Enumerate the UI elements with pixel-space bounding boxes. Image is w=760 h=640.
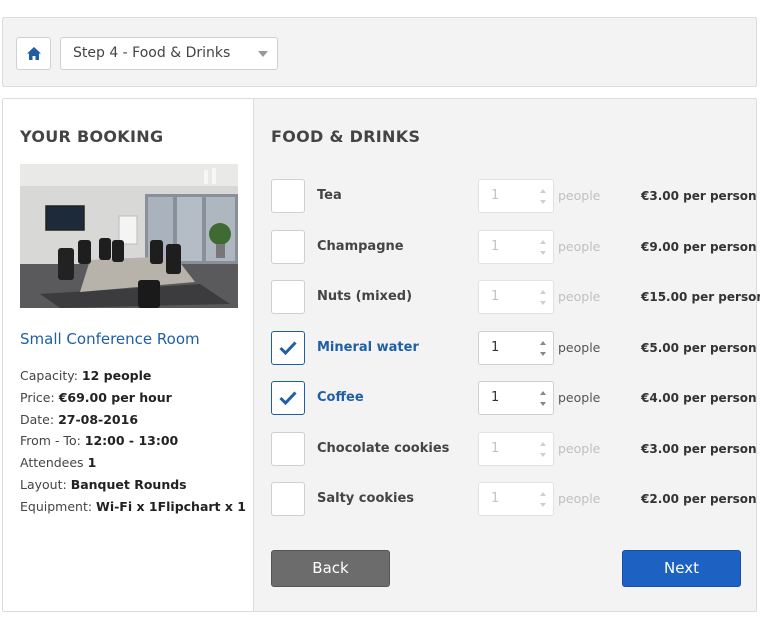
- step-select[interactable]: Step 4 - Food & Drinks: [60, 37, 278, 70]
- spinner-arrows-icon[interactable]: [540, 442, 547, 457]
- item-name[interactable]: Salty cookies: [317, 482, 414, 516]
- booking-details: Capacity: 12 people Price: €69.00 per ho…: [20, 365, 246, 518]
- booking-summary: YOUR BOOKING Small Conference Room Capac…: [3, 99, 254, 611]
- room-photo: [20, 164, 238, 308]
- detail-equipment: Equipment: Wi-Fi x 1Flipchart x 1: [20, 498, 246, 514]
- detail-attendees: Attendees 1: [20, 455, 97, 471]
- quantity-value: 1: [491, 340, 500, 355]
- item-checkbox[interactable]: [271, 381, 305, 415]
- item-name[interactable]: Mineral water: [317, 331, 419, 365]
- item-checkbox[interactable]: [271, 331, 305, 365]
- quantity-value: 1: [491, 239, 500, 254]
- detail-date: Date: 27-08-2016: [20, 411, 139, 427]
- chevron-down-icon: [258, 51, 268, 57]
- people-label: people: [558, 289, 601, 304]
- people-label: people: [558, 390, 601, 405]
- detail-time: From - To: 12:00 - 13:00: [20, 433, 179, 449]
- item-name[interactable]: Chocolate cookies: [317, 432, 449, 466]
- people-label: people: [558, 441, 601, 456]
- people-label: people: [558, 491, 601, 506]
- back-button[interactable]: Back: [271, 550, 390, 587]
- food-item-row: Coffee 1 people €4.00 per person: [271, 381, 757, 415]
- item-name[interactable]: Nuts (mixed): [317, 280, 412, 314]
- booking-panel: YOUR BOOKING Small Conference Room Capac…: [2, 98, 760, 612]
- quantity-stepper[interactable]: 1: [478, 331, 554, 365]
- food-item-row: Tea 1 people €3.00 per person: [271, 179, 757, 213]
- food-item-row: Nuts (mixed) 1 people €15.00 per person: [271, 280, 760, 314]
- people-label: people: [558, 239, 601, 254]
- item-price: €15.00 per person: [641, 290, 760, 304]
- detail-layout: Layout: Banquet Rounds: [20, 476, 187, 492]
- spinner-arrows-icon[interactable]: [540, 290, 547, 305]
- item-checkbox[interactable]: [271, 280, 305, 314]
- quantity-value: 1: [491, 188, 500, 203]
- people-label: people: [558, 188, 601, 203]
- food-item-row: Salty cookies 1 people €2.00 per person: [271, 482, 757, 516]
- people-label: people: [558, 340, 601, 355]
- quantity-value: 1: [491, 491, 500, 506]
- spinner-arrows-icon[interactable]: [540, 240, 547, 255]
- quantity-stepper[interactable]: 1: [478, 482, 554, 516]
- item-checkbox[interactable]: [271, 482, 305, 516]
- spinner-arrows-icon[interactable]: [540, 189, 547, 204]
- spinner-arrows-icon[interactable]: [540, 492, 547, 507]
- item-price: €2.00 per person: [641, 492, 757, 506]
- spinner-arrows-icon[interactable]: [540, 341, 547, 356]
- quantity-value: 1: [491, 441, 500, 456]
- item-name[interactable]: Coffee: [317, 381, 364, 415]
- quantity-value: 1: [491, 289, 500, 304]
- item-name[interactable]: Tea: [317, 179, 342, 213]
- next-button[interactable]: Next: [622, 550, 741, 587]
- checkmark-icon: [279, 391, 297, 405]
- item-checkbox[interactable]: [271, 179, 305, 213]
- quantity-stepper[interactable]: 1: [478, 230, 554, 264]
- step-select-value: Step 4 - Food & Drinks: [73, 45, 231, 61]
- food-item-row: Mineral water 1 people €5.00 per person: [271, 331, 757, 365]
- quantity-stepper[interactable]: 1: [478, 381, 554, 415]
- quantity-stepper[interactable]: 1: [478, 179, 554, 213]
- food-item-row: Chocolate cookies 1 people €3.00 per person: [271, 432, 757, 466]
- home-button[interactable]: [16, 37, 51, 70]
- checkmark-icon: [279, 341, 297, 355]
- item-price: €4.00 per person: [641, 391, 757, 405]
- booking-title: YOUR BOOKING: [20, 127, 164, 146]
- step-navigation-bar: Step 4 - Food & Drinks: [2, 17, 757, 87]
- item-price: €3.00 per person: [641, 442, 757, 456]
- home-icon: [26, 47, 41, 60]
- item-price: €5.00 per person: [641, 341, 757, 355]
- detail-price: Price: €69.00 per hour: [20, 389, 172, 405]
- quantity-value: 1: [491, 390, 500, 405]
- quantity-stepper[interactable]: 1: [478, 432, 554, 466]
- item-price: €9.00 per person: [641, 240, 757, 254]
- item-price: €3.00 per person: [641, 189, 757, 203]
- detail-capacity: Capacity: 12 people: [20, 368, 152, 383]
- item-checkbox[interactable]: [271, 432, 305, 466]
- quantity-stepper[interactable]: 1: [478, 280, 554, 314]
- item-checkbox[interactable]: [271, 230, 305, 264]
- item-name[interactable]: Champagne: [317, 230, 404, 264]
- food-item-row: Champagne 1 people €9.00 per person: [271, 230, 757, 264]
- section-title: FOOD & DRINKS: [271, 127, 421, 146]
- room-name[interactable]: Small Conference Room: [20, 330, 200, 348]
- spinner-arrows-icon[interactable]: [540, 391, 547, 406]
